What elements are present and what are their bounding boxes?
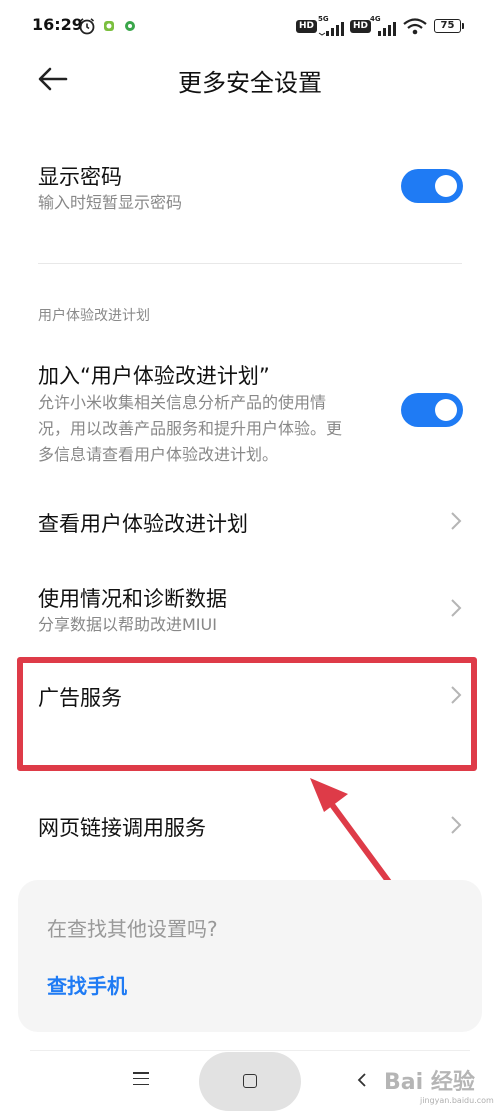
menu-icon[interactable] (133, 1072, 149, 1086)
search-question: 在查找其他设置吗? (47, 917, 218, 941)
signal-icon-2 (378, 22, 396, 36)
search-settings-card (18, 880, 482, 1032)
join-program-toggle[interactable] (401, 393, 463, 427)
join-program-title: 加入“用户体验改进计划” (38, 364, 270, 388)
watermark-url: jingyan.baidu.com (420, 1096, 494, 1105)
chevron-right-icon (451, 816, 462, 834)
join-program-desc-line-2: 况，用以改善产品服务和提升用户体验。更 (38, 419, 343, 438)
nav-back-icon[interactable] (355, 1072, 369, 1088)
app-notification-icon (104, 21, 114, 31)
show-password-toggle[interactable] (401, 169, 463, 203)
join-program-desc-line-3: 多信息请查看用户体验改进计划。 (38, 445, 279, 464)
battery-tip (462, 23, 464, 29)
alarm-icon (79, 18, 95, 35)
divider (38, 263, 462, 264)
watermark-logo: Bai 经验 (384, 1070, 475, 1095)
page-title: 更多安全设置 (178, 69, 322, 97)
signal-icon-1 (318, 22, 344, 36)
toggle-knob (435, 399, 457, 421)
wifi-icon (403, 18, 427, 35)
hd-badge-1: HD (296, 20, 318, 33)
hd-badge-2: HD (350, 20, 372, 33)
usage-diagnostics-title: 使用情况和诊断数据 (38, 587, 227, 611)
highlight-box (17, 657, 477, 771)
web-link-service-title: 网页链接调用服务 (38, 816, 206, 840)
nav-divider (30, 1050, 470, 1051)
status-bar: 16:29 HD 5G HD 4G 75 (0, 0, 500, 52)
status-time: 16:29 (32, 15, 83, 34)
home-icon (243, 1074, 257, 1088)
section-label: 用户体验改进计划 (38, 308, 150, 324)
battery-icon: 75 (434, 19, 461, 33)
chevron-right-icon (451, 599, 462, 617)
join-program-desc-line-1: 允许小米收集相关信息分析产品的使用情 (38, 393, 327, 412)
chevron-right-icon (451, 512, 462, 530)
find-phone-link[interactable]: 查找手机 (47, 970, 127, 999)
usage-diagnostics-subtitle: 分享数据以帮助改进MIUI (38, 615, 217, 634)
toggle-knob (435, 175, 457, 197)
show-password-subtitle: 输入时短暂显示密码 (38, 193, 183, 212)
view-program-title: 查看用户体验改进计划 (38, 512, 248, 536)
show-password-title: 显示密码 (38, 165, 122, 189)
app-notification-icon-2 (125, 21, 135, 31)
